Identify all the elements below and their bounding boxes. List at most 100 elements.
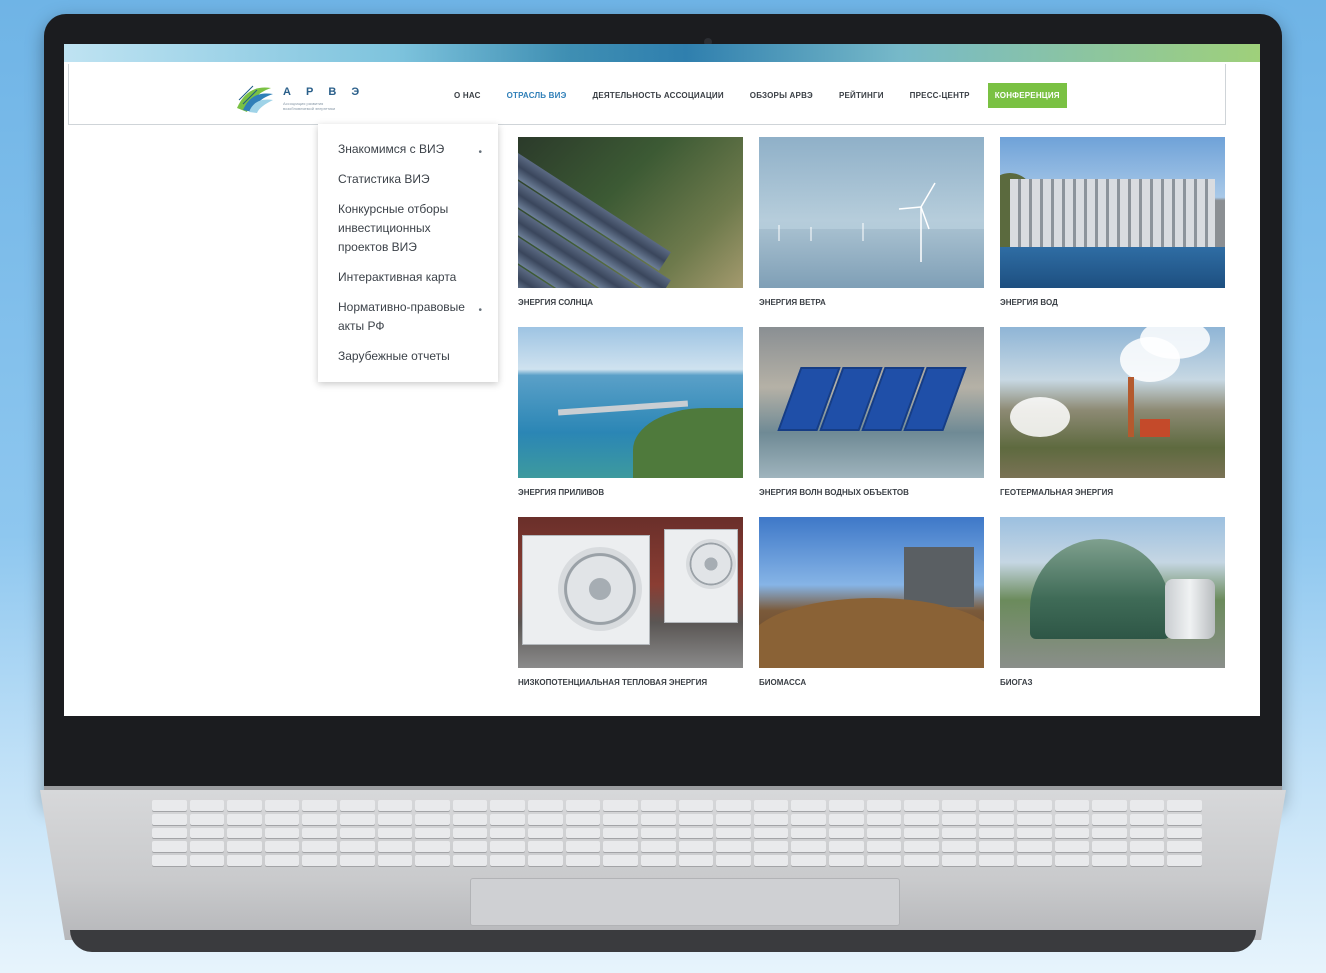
keyboard-key bbox=[490, 813, 526, 825]
keyboard-key bbox=[528, 855, 563, 866]
solar-panels-image bbox=[518, 137, 743, 288]
keyboard-key bbox=[415, 800, 450, 811]
wave-energy-image bbox=[759, 327, 984, 478]
keyboard-key bbox=[753, 855, 789, 866]
keyboard-key bbox=[828, 813, 864, 825]
wind-turbine-icon bbox=[778, 182, 936, 262]
nav-item-press[interactable]: Пресс-центр bbox=[897, 83, 983, 108]
submenu-arrow-icon: • bbox=[478, 305, 482, 316]
main-nav: О нас Отрасль ВИЭ Деятельность Ассоциаци… bbox=[441, 83, 1067, 108]
keyboard-key bbox=[1167, 855, 1202, 866]
dropdown-item-tenders[interactable]: Конкурсные отборы инвестиционных проекто… bbox=[318, 200, 498, 257]
browser-viewport: А Р В Э Ассоциация развития возобновляем… bbox=[64, 44, 1260, 716]
laptop-keyboard bbox=[152, 800, 1202, 866]
conference-button[interactable]: Конференция bbox=[987, 83, 1067, 108]
keyboard-key bbox=[565, 827, 601, 839]
nav-item-activity[interactable]: Деятельность Ассоциации bbox=[579, 83, 736, 108]
tile-biogas[interactable]: Биогаз bbox=[1000, 517, 1225, 687]
tile-caption: Геотермальная энергия bbox=[1000, 488, 1114, 497]
keyboard-key bbox=[603, 813, 638, 825]
keyboard-key bbox=[152, 800, 187, 811]
keyboard-key bbox=[415, 841, 450, 853]
keyboard-key bbox=[1092, 827, 1127, 839]
keyboard-key bbox=[678, 813, 714, 825]
dropdown-item-intro[interactable]: Знакомимся с ВИЭ • bbox=[318, 140, 498, 159]
heat-pump-image bbox=[518, 517, 743, 668]
tile-wind[interactable]: Энергия ветра bbox=[759, 137, 984, 307]
keyboard-key bbox=[828, 855, 864, 866]
tile-caption: Низкопотенциальная тепловая энергия bbox=[518, 678, 708, 687]
site-logo[interactable]: А Р В Э Ассоциация развития возобновляем… bbox=[235, 82, 365, 114]
tile-geothermal[interactable]: Геотермальная энергия bbox=[1000, 327, 1225, 497]
keyboard-key bbox=[152, 841, 187, 853]
keyboard-key bbox=[1129, 813, 1165, 825]
keyboard-key bbox=[227, 855, 262, 866]
keyboard-key bbox=[1054, 800, 1090, 811]
keyboard-key bbox=[866, 800, 902, 811]
dropdown-item-statistics[interactable]: Статистика ВИЭ bbox=[318, 170, 498, 189]
keyboard-key bbox=[1054, 813, 1090, 825]
keyboard-key bbox=[979, 813, 1014, 825]
keyboard-key bbox=[678, 841, 714, 853]
keyboard-key bbox=[678, 855, 714, 866]
keyboard-key bbox=[227, 813, 262, 825]
keyboard-key bbox=[528, 841, 563, 853]
nav-item-reviews[interactable]: Обзоры АРВЭ bbox=[737, 83, 826, 108]
keyboard-key bbox=[1167, 800, 1202, 811]
keyboard-key bbox=[979, 800, 1014, 811]
decorative-banner-strip bbox=[64, 44, 1260, 62]
keyboard-key bbox=[189, 800, 225, 811]
hydro-dam-image bbox=[1000, 137, 1225, 288]
keyboard-key bbox=[415, 813, 450, 825]
keyboard-key bbox=[979, 841, 1014, 853]
tile-solar[interactable]: Энергия солнца bbox=[518, 137, 743, 307]
keyboard-key bbox=[1092, 841, 1127, 853]
geothermal-image bbox=[1000, 327, 1225, 478]
keyboard-key bbox=[415, 827, 450, 839]
keyboard-key bbox=[340, 813, 375, 825]
keyboard-key bbox=[452, 813, 488, 825]
keyboard-key bbox=[1129, 841, 1165, 853]
keyboard-key bbox=[904, 813, 939, 825]
keyboard-key bbox=[565, 813, 601, 825]
dropdown-item-map[interactable]: Интерактивная карта bbox=[318, 268, 498, 287]
tile-biomass[interactable]: Биомасса bbox=[759, 517, 984, 687]
keyboard-key bbox=[1129, 827, 1165, 839]
keyboard-key bbox=[791, 827, 826, 839]
keyboard-key bbox=[1092, 813, 1127, 825]
tile-caption: Энергия ветра bbox=[759, 298, 826, 307]
keyboard-key bbox=[377, 800, 413, 811]
tile-wave[interactable]: Энергия волн водных объектов bbox=[759, 327, 984, 497]
tile-tidal[interactable]: Энергия приливов bbox=[518, 327, 743, 497]
keyboard-key bbox=[490, 855, 526, 866]
tile-caption: Энергия волн водных объектов bbox=[759, 488, 909, 497]
keyboard-key bbox=[640, 827, 676, 839]
keyboard-key bbox=[1054, 841, 1090, 853]
keyboard-key bbox=[1129, 800, 1165, 811]
keyboard-key bbox=[302, 827, 338, 839]
keyboard-key bbox=[152, 855, 187, 866]
keyboard-key bbox=[640, 841, 676, 853]
keyboard-key bbox=[264, 800, 300, 811]
keyboard-key bbox=[377, 827, 413, 839]
keyboard-key bbox=[1016, 841, 1052, 853]
keyboard-key bbox=[753, 827, 789, 839]
tile-caption: Энергия приливов bbox=[518, 488, 605, 497]
keyboard-key bbox=[866, 855, 902, 866]
nav-item-ratings[interactable]: Рейтинги bbox=[826, 83, 897, 108]
dropdown-item-regulations[interactable]: Нормативно-правовые акты РФ • bbox=[318, 298, 498, 336]
keyboard-key bbox=[565, 841, 601, 853]
tile-hydro[interactable]: Энергия вод bbox=[1000, 137, 1225, 307]
nav-item-industry[interactable]: Отрасль ВИЭ bbox=[494, 83, 580, 108]
keyboard-key bbox=[828, 827, 864, 839]
keyboard-key bbox=[791, 841, 826, 853]
biomass-image bbox=[759, 517, 984, 668]
tile-caption: Энергия солнца bbox=[518, 298, 594, 307]
nav-item-about[interactable]: О нас bbox=[441, 83, 494, 108]
keyboard-key bbox=[452, 841, 488, 853]
dropdown-item-foreign-reports[interactable]: Зарубежные отчеты bbox=[318, 347, 498, 366]
keyboard-key bbox=[452, 800, 488, 811]
tile-heat[interactable]: Низкопотенциальная тепловая энергия bbox=[518, 517, 743, 687]
keyboard-key bbox=[640, 800, 676, 811]
keyboard-key bbox=[979, 855, 1014, 866]
